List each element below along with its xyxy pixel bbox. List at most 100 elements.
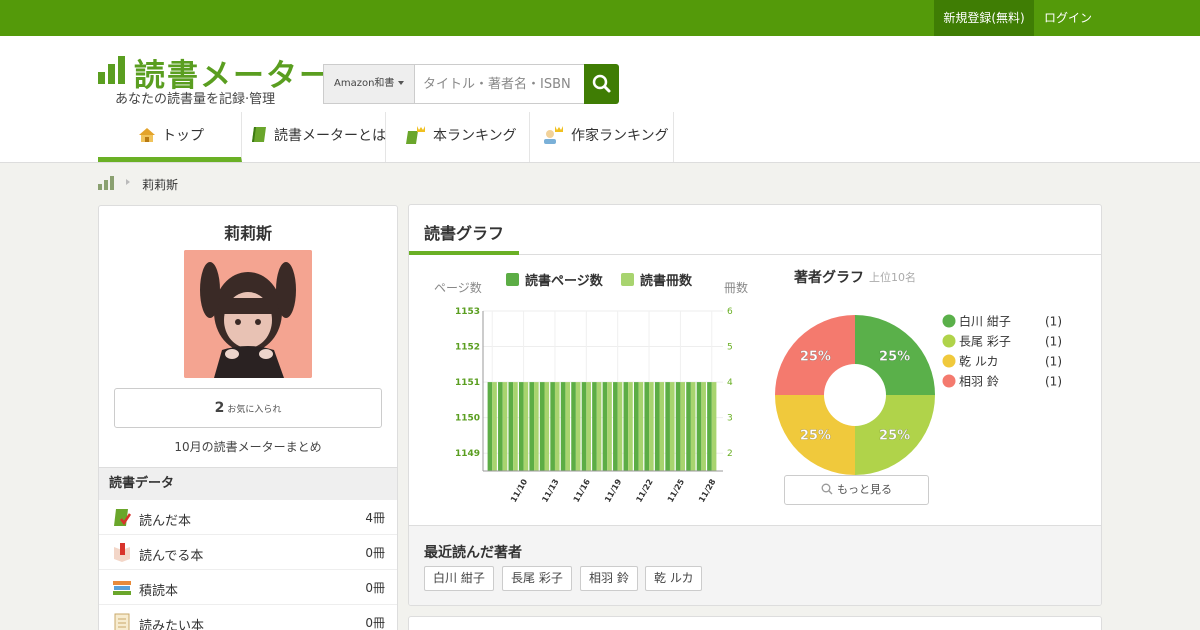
right-axis-label: 冊数 [724,280,748,295]
bar-pages [539,382,545,471]
bar-pages [560,382,566,471]
favorites-box[interactable]: 2 お気に入られ [114,388,382,428]
author-pie-chart: 著者グラフ 上位10名 25% 25% 25% 25% 白川 紺子 (1) 長尾 彩子 (1… [775,269,1062,475]
y-tick-label: 1151 [455,378,480,388]
reading-data-count: 4冊 [365,511,385,525]
search-button[interactable] [584,64,619,104]
bar-pages [665,382,670,471]
x-tick-label: 11/13 [540,478,560,504]
legend-dot [942,314,956,328]
legend-author-name[interactable]: 乾 ルカ [959,355,998,369]
site-tagline: あなたの読書量を記録·管理 [115,92,276,107]
legend-books-swatch [621,273,634,286]
next-card [408,616,1102,630]
pie-slice-label: 25% [800,429,831,444]
bar-books [669,382,675,471]
pie-slice-label: 25% [879,349,910,364]
bar-books [523,382,529,471]
y2-tick-label: 2 [727,449,733,459]
home-icon[interactable] [98,176,116,190]
more-button[interactable]: もっと見る [784,475,929,505]
pie-legend: 白川 紺子 (1) 長尾 彩子 (1) 乾 ルカ (1) 相羽 鈴 (1) [942,314,1062,389]
book-crown-icon [406,125,425,144]
monthly-summary-link[interactable]: 10月の読書メーターまとめ [99,438,397,455]
bar-books [596,382,602,471]
reading-bar-chart: ページ数 冊数 読書ページ数 読書冊数 1149 1150 1151 1152 1153… [434,273,748,504]
nav-author-ranking[interactable]: 作家ランキング [530,112,674,162]
author-tag[interactable]: 白川 紺子 [424,566,494,591]
y-tick-label: 1152 [455,343,480,353]
legend-author-count: (1) [1045,315,1062,329]
bar-books [492,382,497,471]
nav-top[interactable]: トップ [98,112,242,162]
logo-icon[interactable] [98,56,126,84]
y-tick-label: 1149 [455,449,480,459]
bar-pages [550,382,555,471]
reading-data-count: 0冊 [365,546,385,560]
top-bar: 新規登録(無料) ログイン [0,0,1200,36]
bar-books [607,382,612,471]
x-tick-label: 11/16 [572,477,593,504]
bar-pages [571,382,576,471]
favorites-count: 2 [214,400,225,416]
search-category-select[interactable]: Amazon和書 [323,64,414,104]
reading-data-row-read[interactable]: 読んだ本 4冊 [99,500,397,535]
reading-data-row-reading[interactable]: 読んでる本 0冊 [99,535,397,570]
bar-pages [487,382,493,471]
reading-book-icon [114,543,130,562]
nav-top-label: トップ [162,128,204,144]
search-icon [592,74,611,93]
y2-tick-label: 5 [727,343,733,353]
reading-data-row-wishlist[interactable]: 読みたい本 0冊 [99,605,397,630]
author-graph-title: 著者グラフ [793,269,864,286]
bar-books [544,382,550,471]
bar-books [638,382,644,471]
reading-data-count: 0冊 [365,616,385,630]
reading-graph-header: 読書グラフ [409,205,1101,255]
reading-data-label: 読みたい本 [139,619,205,630]
x-tick-label: 11/19 [603,477,624,504]
house-icon [139,127,155,142]
reading-data-row-tsundoku[interactable]: 積読本 0冊 [99,570,397,605]
breadcrumb-separator-icon [126,179,130,185]
bar-books [617,382,623,471]
avatar[interactable] [184,250,312,378]
author-tag[interactable]: 長尾 彩子 [502,566,572,591]
tab-underline [409,251,519,255]
breadcrumb-current: 莉莉斯 [142,178,179,192]
legend-author-name[interactable]: 相羽 鈴 [959,374,999,389]
profile-card: 莉莉斯 2 お気に入られ 10月の読書メーターまとめ 読書データ 読んだ本 4冊 … [98,205,398,630]
pie-hole [824,364,886,426]
search-input[interactable] [414,64,585,104]
author-graph-subtitle: 上位10名 [869,270,916,284]
bar-pages [623,382,629,471]
login-link[interactable]: ログイン [1034,0,1102,36]
legend-author-count: (1) [1045,355,1062,369]
bar-pages [581,382,587,471]
legend-author-name[interactable]: 白川 紺子 [959,314,1011,329]
search-category-label: Amazon和書 [334,78,395,89]
recent-authors-title: 最近読んだ著者 [424,545,522,561]
bar-books [565,382,571,471]
author-tag[interactable]: 相羽 鈴 [580,566,638,591]
reading-graph-card: 読書グラフ ページ数 冊数 読書ページ数 読書冊数 1149 1150 1151 11… [408,204,1102,606]
legend-pages-swatch [506,273,519,286]
pie-slice-label: 25% [879,429,910,444]
wishlist-icon [114,613,130,630]
pie-slice-label: 25% [800,349,831,364]
register-link[interactable]: 新規登録(無料) [934,0,1034,36]
y2-tick-label: 6 [727,307,733,317]
legend-author-count: (1) [1045,335,1062,349]
recent-authors: 最近読んだ著者 白川 紺子 長尾 彩子 相羽 鈴 乾 ルカ [409,525,1101,605]
author-tag[interactable]: 乾 ルカ [645,566,703,591]
reading-data-heading: 読書データ [99,467,397,500]
nav-about[interactable]: 読書メーターとは [242,112,386,162]
left-axis-label: ページ数 [434,280,482,295]
nav-book-ranking[interactable]: 本ランキング [386,112,530,162]
bar-books [680,382,686,471]
legend-author-name[interactable]: 長尾 彩子 [959,335,1011,349]
reading-data-label: 積読本 [139,584,179,599]
bar-pages [592,382,597,471]
bar-pages [498,382,503,471]
author-crown-icon [544,125,563,144]
